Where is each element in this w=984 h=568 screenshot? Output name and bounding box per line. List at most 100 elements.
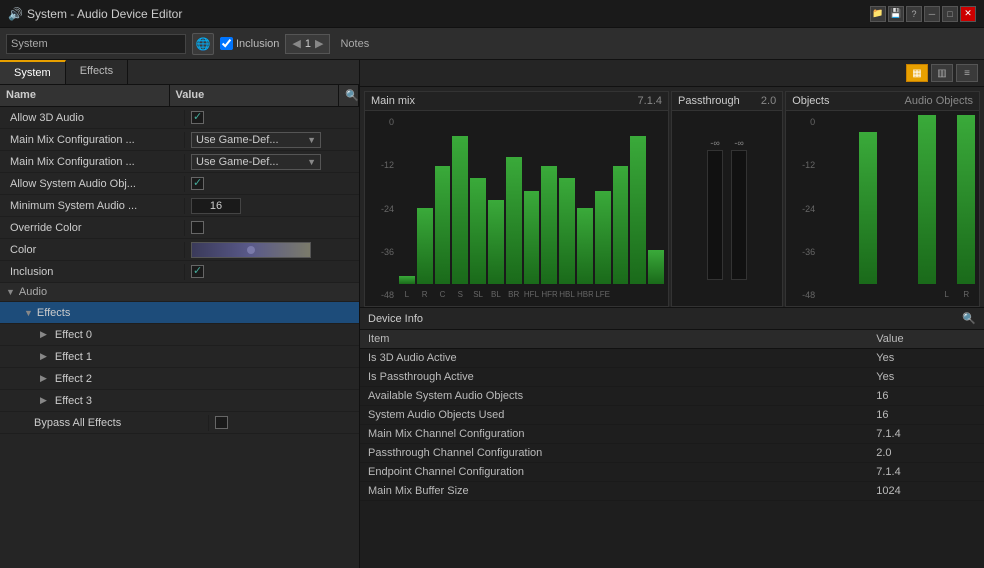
maximize-button[interactable]: □: [942, 6, 958, 22]
scale-12: -12: [369, 160, 397, 170]
device-info-search-icon[interactable]: 🔍: [962, 312, 976, 325]
prop-value-inclusion[interactable]: [185, 263, 359, 280]
app-icon: 🔊: [8, 7, 23, 21]
di-col-value: Value: [868, 330, 984, 349]
search-icon[interactable]: 🔍: [339, 85, 359, 106]
tab-system[interactable]: System: [0, 60, 66, 84]
main-mix-bar-10: [577, 208, 593, 284]
system-input[interactable]: [6, 34, 186, 54]
meters-area: Main mix 7.1.4 0 -12 -24 -36 -48: [360, 87, 984, 307]
main-mix-title: Main mix: [371, 95, 415, 107]
di-row: Available System Audio Objects16: [360, 387, 984, 406]
obj-label-7: R: [957, 290, 975, 299]
main-mix-config: 7.1.4: [638, 95, 662, 107]
di-cell-value: 7.1.4: [868, 463, 984, 482]
color-dot: [247, 246, 255, 254]
main-mix-bar-12: [613, 166, 629, 284]
main-mix-label-0: L: [399, 290, 415, 299]
counter-arrow-left[interactable]: ◀: [292, 37, 300, 50]
min-sys-audio-input[interactable]: [191, 198, 241, 214]
obj-scale-0: 0: [790, 117, 818, 127]
effect3-label: Effect 3: [55, 395, 92, 407]
scale-0: 0: [369, 117, 397, 127]
di-cell-item: Is 3D Audio Active: [360, 349, 868, 368]
inclusion-toggle[interactable]: Inclusion: [220, 37, 279, 50]
main-mix-bar-2: [435, 166, 451, 284]
scale-24: -24: [369, 204, 397, 214]
effect3-arrow: ▶: [40, 395, 47, 406]
list-view-button[interactable]: ≡: [956, 64, 978, 82]
checkbox-override-color[interactable]: [191, 221, 204, 234]
main-mix-label-6: BR: [506, 290, 522, 299]
prop-row-bypass: Bypass All Effects: [0, 412, 359, 434]
checkbox-allow-sys-audio[interactable]: [191, 177, 204, 190]
prop-row-inclusion: Inclusion: [0, 261, 359, 283]
tree-item-effect-1[interactable]: ▶ Effect 1: [0, 346, 359, 368]
color-swatch[interactable]: [191, 242, 311, 258]
pass-left-bar-container: [707, 150, 723, 280]
view-controls: ▦ ▥ ≡: [360, 60, 984, 87]
tab-effects[interactable]: Effects: [66, 60, 128, 84]
scale-48: -48: [369, 290, 397, 300]
inclusion-label: Inclusion: [236, 38, 279, 50]
prop-value-min-sys-audio[interactable]: [185, 196, 359, 216]
prop-row-allow-sys-audio: Allow System Audio Obj...: [0, 173, 359, 195]
prop-value-color[interactable]: [185, 240, 359, 260]
obj-scale-36: -36: [790, 247, 818, 257]
main-mix-bar-3: [452, 136, 468, 284]
prop-name-override-color: Override Color: [0, 220, 185, 236]
tree-item-effects[interactable]: ▼ Effects: [0, 302, 359, 324]
device-info-header: Device Info 🔍: [360, 308, 984, 330]
grid-view-button[interactable]: ▦: [906, 64, 928, 82]
globe-icon[interactable]: 🌐: [192, 33, 214, 55]
inclusion-checkbox[interactable]: [220, 37, 233, 50]
counter-control[interactable]: ◀ 1 ▶: [285, 34, 330, 54]
checkbox-bypass[interactable]: [215, 416, 228, 429]
prop-name-min-sys-audio: Minimum System Audio ...: [0, 198, 185, 214]
prop-value-mix-config-2[interactable]: Use Game-Def... ▼: [185, 152, 359, 172]
di-cell-item: Available System Audio Objects: [360, 387, 868, 406]
folder-icon[interactable]: 📁: [870, 6, 886, 22]
prop-value-allow-sys-audio[interactable]: [185, 175, 359, 192]
pass-left-channel: -∞: [707, 138, 723, 280]
minimize-button[interactable]: ─: [924, 6, 940, 22]
dropdown-mix-config-2[interactable]: Use Game-Def... ▼: [191, 154, 321, 170]
counter-arrow-right[interactable]: ▶: [315, 37, 323, 50]
tree-item-effect-2[interactable]: ▶ Effect 2: [0, 368, 359, 390]
obj-bar-5: [918, 115, 936, 284]
counter-value: 1: [305, 38, 311, 50]
close-button[interactable]: ✕: [960, 6, 976, 22]
help-icon[interactable]: ?: [906, 6, 922, 22]
main-mix-label-11: LFE: [595, 290, 611, 299]
right-area: ▦ ▥ ≡ Main mix 7.1.4 0 -12 -24 -36: [360, 60, 984, 568]
dropdown-mix-config-1[interactable]: Use Game-Def... ▼: [191, 132, 321, 148]
main-mix-meter: Main mix 7.1.4 0 -12 -24 -36 -48: [364, 91, 669, 307]
tree-item-effect-3[interactable]: ▶ Effect 3: [0, 390, 359, 412]
toolbar: 🌐 Inclusion ◀ 1 ▶ Notes: [0, 28, 984, 60]
section-audio[interactable]: ▼ Audio: [0, 283, 359, 302]
tab-bar: System Effects: [0, 60, 359, 85]
prop-row-mix-config-1: Main Mix Configuration ... Use Game-Def.…: [0, 129, 359, 151]
prop-value-override-color[interactable]: [185, 219, 359, 236]
window-controls: 📁 💾 ? ─ □ ✕: [870, 6, 976, 22]
checkbox-allow-3d[interactable]: [191, 111, 204, 124]
checkbox-inclusion[interactable]: [191, 265, 204, 278]
property-table: Name Value 🔍 Allow 3D Audio Main Mix Con…: [0, 85, 359, 568]
tree-item-effect-0[interactable]: ▶ Effect 0: [0, 324, 359, 346]
di-cell-value: 16: [868, 406, 984, 425]
save-icon[interactable]: 💾: [888, 6, 904, 22]
prop-value-mix-config-1[interactable]: Use Game-Def... ▼: [185, 130, 359, 150]
prop-name-color: Color: [0, 242, 185, 258]
prop-value-bypass[interactable]: [209, 414, 359, 431]
obj-bar-2: [859, 132, 877, 284]
passthrough-body: -∞ -∞: [672, 111, 782, 306]
dropdown-mix-config-1-value: Use Game-Def...: [196, 134, 279, 146]
split-view-button[interactable]: ▥: [931, 64, 953, 82]
main-mix-bar-0: [399, 276, 415, 284]
prop-value-allow-3d[interactable]: [185, 109, 359, 126]
main-mix-label-2: C: [435, 290, 451, 299]
effect0-label: Effect 0: [55, 329, 92, 341]
di-cell-item: Passthrough Channel Configuration: [360, 444, 868, 463]
di-cell-value: 16: [868, 387, 984, 406]
di-col-item: Item: [360, 330, 868, 349]
